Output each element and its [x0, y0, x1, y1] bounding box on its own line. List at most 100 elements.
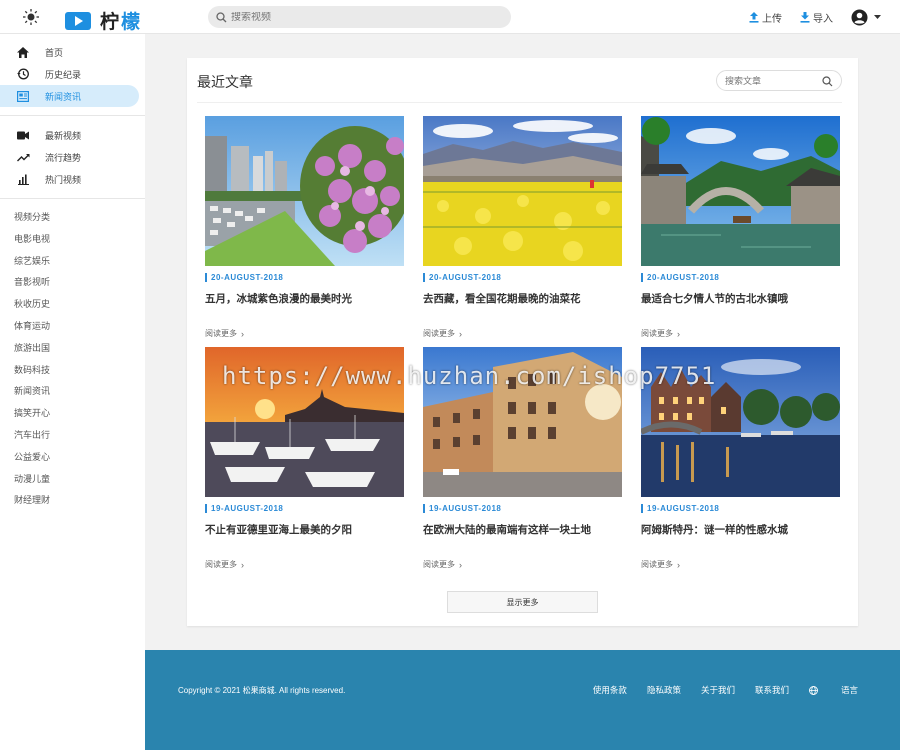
category-item[interactable]: 综艺娱乐 [0, 251, 145, 273]
bar-chart-icon [17, 174, 29, 185]
category-list: 电影电视 综艺娱乐 音影视听 秋收历史 体育运动 旅游出国 数码科技 新闻资讯 搞笑开心 汽车出行… [0, 229, 145, 512]
article-thumbnail-water-town[interactable] [641, 116, 840, 266]
account-menu[interactable] [851, 9, 884, 26]
article-search[interactable] [716, 70, 842, 91]
user-avatar-icon [851, 9, 868, 26]
category-item[interactable]: 财经理财 [0, 490, 145, 512]
section-title: 最近文章 [197, 74, 253, 90]
category-item[interactable]: 动漫儿童 [0, 469, 145, 491]
category-item[interactable]: 新闻资讯 [0, 381, 145, 403]
upload-icon [749, 12, 759, 23]
read-more-link[interactable]: 阅读更多 › [423, 328, 622, 339]
sidebar-item-latest-videos[interactable]: 最新视频 [0, 124, 139, 146]
upload-label: 上传 [762, 14, 782, 25]
home-icon [17, 46, 29, 58]
article-title[interactable]: 不止有亚德里亚海上最美的夕阳 [205, 522, 404, 537]
article-date: 19-AUGUST-2018 [423, 504, 622, 513]
article-card[interactable]: 20-AUGUST-2018 去西藏，看全国花期最晚的油菜花 阅读更多 › [423, 116, 622, 339]
article-card[interactable]: 20-AUGUST-2018 最适合七夕情人节的古北水镇哦 阅读更多 › [641, 116, 840, 339]
caret-down-icon [874, 15, 881, 19]
article-search-input[interactable] [725, 75, 815, 86]
category-item[interactable]: 公益爱心 [0, 447, 145, 469]
sidebar-item-hot-videos[interactable]: 热门视频 [0, 168, 139, 190]
sidebar-item-news[interactable]: 新闻资讯 [0, 85, 139, 107]
category-item[interactable]: 秋收历史 [0, 294, 145, 316]
footer: Copyright © 2021 松果商城. All rights reserv… [145, 650, 900, 750]
top-bar: 柠檬 上传 导入 [0, 0, 900, 34]
footer-link-privacy[interactable]: 隐私政策 [647, 684, 681, 696]
sidebar: 首页 历史纪录 新闻资讯 最新视频 流行趋势 热门视频 视频分类 电影电视 综艺娱… [0, 34, 145, 750]
article-title[interactable]: 阿姆斯特丹：谜一样的性感水城 [641, 522, 840, 537]
article-title[interactable]: 在欧洲大陆的最南端有这样一块土地 [423, 522, 622, 537]
sidebar-item-label: 流行趋势 [45, 152, 82, 163]
article-thumbnail-adriatic-sunset[interactable] [205, 347, 404, 497]
chevron-right-icon: › [241, 328, 244, 339]
chevron-right-icon: › [459, 328, 462, 339]
theme-toggle-sun-icon[interactable] [22, 8, 40, 26]
download-icon [800, 12, 810, 23]
categories-title: 视频分类 [14, 212, 51, 222]
read-more-link[interactable]: 阅读更多 › [423, 559, 622, 570]
article-thumbnail-european-street[interactable] [423, 347, 622, 497]
brand-name: 柠檬 [100, 12, 143, 33]
category-item[interactable]: 音影视听 [0, 272, 145, 294]
show-more-button[interactable]: 显示更多 [447, 591, 598, 613]
article-date: 20-AUGUST-2018 [423, 273, 622, 282]
chevron-right-icon: › [459, 559, 462, 570]
brand-logo[interactable]: 柠檬 [65, 7, 142, 34]
category-item[interactable]: 数码科技 [0, 360, 145, 382]
video-camera-icon [17, 131, 29, 139]
sidebar-item-label: 热门视频 [45, 174, 82, 185]
sidebar-item-history[interactable]: 历史纪录 [0, 63, 139, 85]
article-title[interactable]: 去西藏，看全国花期最晚的油菜花 [423, 291, 622, 306]
article-thumbnail-amsterdam-canal[interactable] [641, 347, 840, 497]
recent-articles-card: 最近文章 20-AUGUST [187, 58, 858, 626]
category-item[interactable]: 搞笑开心 [0, 403, 145, 425]
article-date: 20-AUGUST-2018 [205, 273, 404, 282]
read-more-link[interactable]: 阅读更多 › [641, 559, 840, 570]
sidebar-item-label: 新闻资讯 [45, 91, 82, 102]
upload-button[interactable]: 上传 [749, 10, 782, 25]
main-content: 最近文章 20-AUGUST [145, 34, 900, 650]
read-more-link[interactable]: 阅读更多 › [641, 328, 840, 339]
import-button[interactable]: 导入 [800, 10, 833, 25]
language-label: 语言 [840, 685, 858, 695]
globe-icon [809, 685, 818, 695]
search-bar[interactable] [208, 6, 511, 28]
language-selector[interactable]: 语言 [809, 684, 858, 696]
sidebar-item-trending[interactable]: 流行趋势 [0, 146, 139, 168]
import-label: 导入 [813, 14, 833, 25]
footer-link-terms[interactable]: 使用条款 [593, 684, 627, 696]
article-card[interactable]: 20-AUGUST-2018 五月，冰城紫色浪漫的最美时光 阅读更多 › [205, 116, 404, 339]
category-item[interactable]: 体育运动 [0, 316, 145, 338]
footer-link-about[interactable]: 关于我们 [701, 684, 735, 696]
chevron-right-icon: › [677, 328, 680, 339]
article-card[interactable]: 19-AUGUST-2018 不止有亚德里亚海上最美的夕阳 阅读更多 › [205, 347, 404, 570]
category-item[interactable]: 旅游出国 [0, 338, 145, 360]
article-thumbnail-rapeseed-field[interactable] [423, 116, 622, 266]
article-date: 19-AUGUST-2018 [641, 504, 840, 513]
sidebar-item-home[interactable]: 首页 [0, 41, 139, 63]
play-logo-icon [65, 11, 91, 30]
search-icon [216, 11, 227, 22]
read-more-link[interactable]: 阅读更多 › [205, 559, 404, 570]
footer-link-contact[interactable]: 联系我们 [755, 684, 789, 696]
article-title[interactable]: 五月，冰城紫色浪漫的最美时光 [205, 291, 404, 306]
history-icon [17, 68, 29, 80]
category-item[interactable]: 电影电视 [0, 229, 145, 251]
sidebar-item-label: 首页 [45, 47, 64, 58]
article-title[interactable]: 最适合七夕情人节的古北水镇哦 [641, 291, 840, 306]
article-thumbnail-lilac-city[interactable] [205, 116, 404, 266]
search-icon[interactable] [822, 76, 833, 87]
search-input[interactable] [231, 11, 491, 23]
read-more-link[interactable]: 阅读更多 › [205, 328, 404, 339]
sidebar-item-label: 历史纪录 [45, 69, 82, 80]
news-icon [17, 90, 29, 102]
article-card[interactable]: 19-AUGUST-2018 阿姆斯特丹：谜一样的性感水城 阅读更多 › [641, 347, 840, 570]
trending-icon [16, 153, 29, 161]
copyright-text: Copyright © 2021 松果商城. All rights reserv… [178, 686, 346, 695]
chevron-right-icon: › [677, 559, 680, 570]
sidebar-item-label: 最新视频 [45, 130, 82, 141]
article-card[interactable]: 19-AUGUST-2018 在欧洲大陆的最南端有这样一块土地 阅读更多 › [423, 347, 622, 570]
category-item[interactable]: 汽车出行 [0, 425, 145, 447]
